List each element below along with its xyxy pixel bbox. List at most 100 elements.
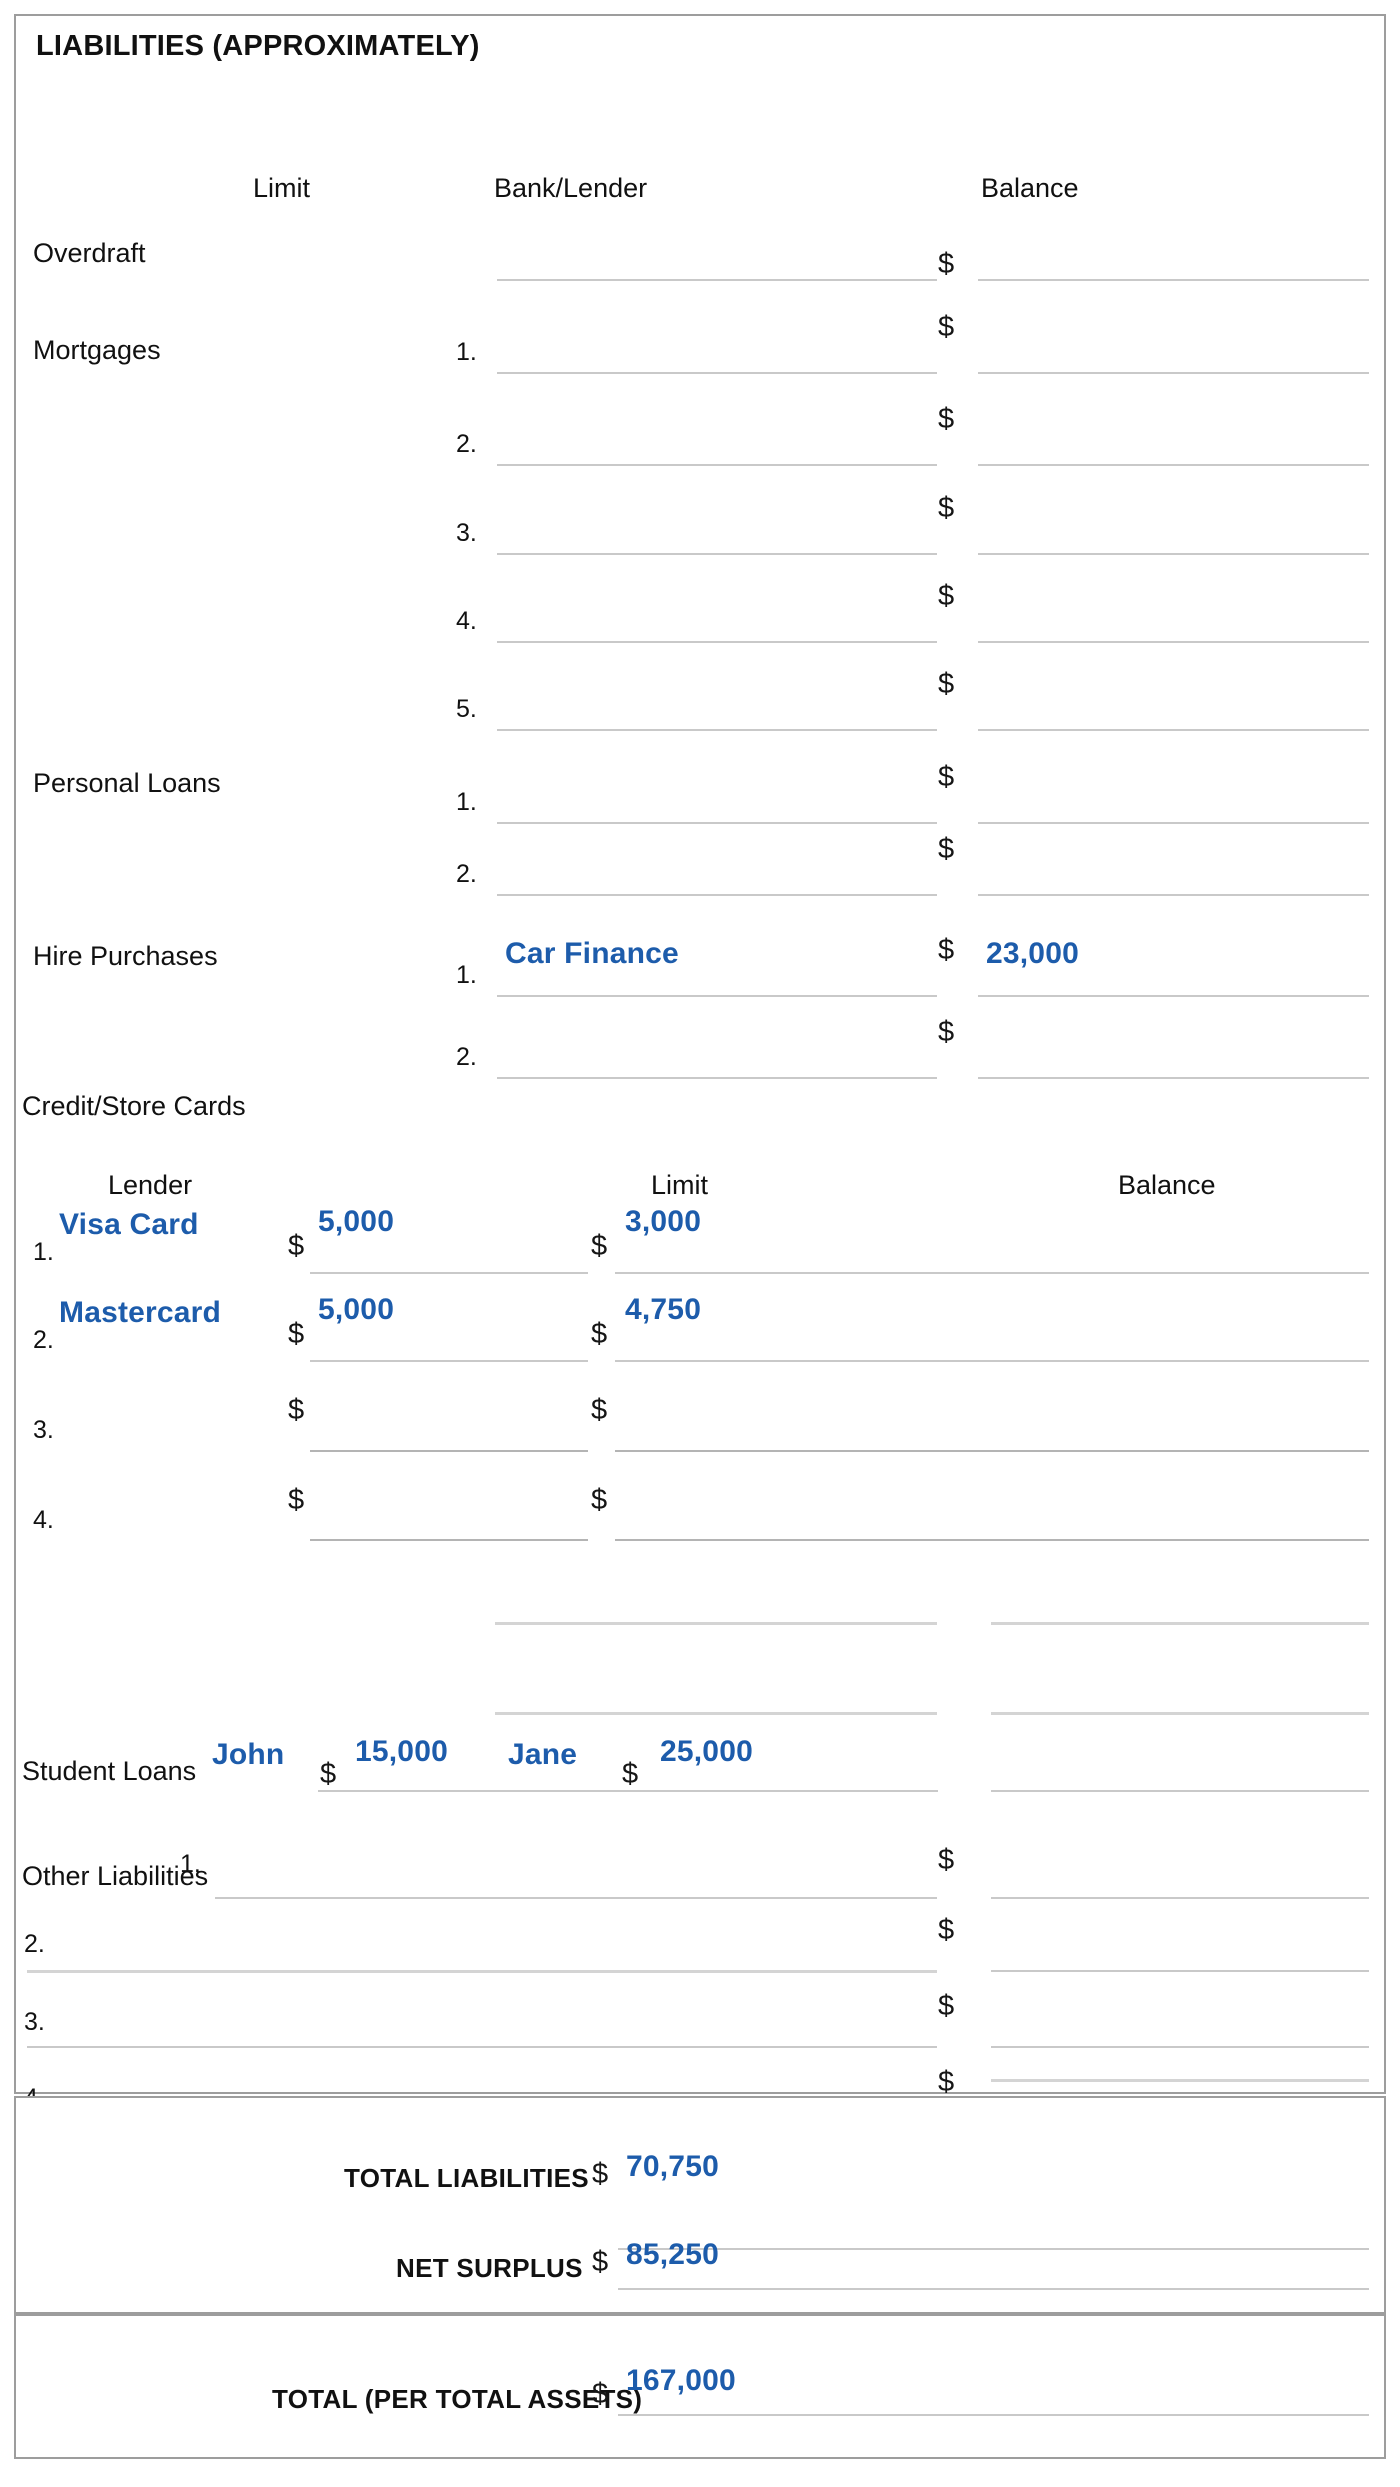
student-loan-person-two-name[interactable]: Jane — [508, 1740, 577, 1770]
dollar-sign-icon: $ — [938, 1016, 955, 1048]
dollar-sign-icon: $ — [938, 311, 955, 343]
row-label-mortgages: Mortgages — [33, 335, 161, 365]
other-liability-2-description-input[interactable] — [27, 1970, 937, 1973]
card-4-balance-input[interactable] — [615, 1539, 1369, 1541]
page-title: LIABILITIES (APPROXIMATELY) — [36, 30, 480, 62]
card-4-limit-input[interactable] — [310, 1539, 588, 1541]
row-number: 1. — [33, 1238, 54, 1266]
other-liability-4-balance-input[interactable] — [991, 2079, 1369, 2082]
card-2-limit-value[interactable]: 5,000 — [318, 1295, 394, 1325]
hire-purchase-2-balance-input[interactable] — [978, 1077, 1369, 1079]
card-3-limit-input[interactable] — [310, 1450, 588, 1452]
dollar-sign-icon: $ — [938, 1844, 955, 1876]
net-surplus-input[interactable] — [618, 2288, 1369, 2290]
card-2-balance-value[interactable]: 4,750 — [625, 1295, 701, 1325]
personal-loan-2-lender-input[interactable] — [497, 894, 937, 896]
hire-purchase-1-balance-value[interactable]: 23,000 — [986, 939, 1079, 969]
card-2-lender-value[interactable]: Mastercard — [59, 1298, 221, 1328]
dollar-sign-icon: $ — [938, 1914, 955, 1946]
card-6-limit-input[interactable] — [495, 1712, 937, 1715]
card-6-balance-input[interactable] — [991, 1712, 1369, 1715]
cards-column-header-limit: Limit — [651, 1170, 709, 1200]
mortgage-5-lender-input[interactable] — [497, 729, 937, 731]
overdraft-lender-input[interactable] — [497, 279, 937, 281]
dollar-sign-icon: $ — [591, 1394, 608, 1426]
grand-total-input[interactable] — [618, 2414, 1369, 2416]
card-3-balance-input[interactable] — [615, 1450, 1369, 1452]
student-loan-person-two-amount[interactable]: 25,000 — [660, 1737, 753, 1767]
totals-panel — [14, 2096, 1386, 2314]
dollar-sign-icon: $ — [592, 2158, 609, 2190]
grand-total-label: TOTAL (PER TOTAL ASSETS) — [272, 2384, 643, 2414]
row-number: 3. — [33, 1416, 54, 1444]
row-number: 2. — [456, 860, 477, 888]
dollar-sign-icon: $ — [320, 1758, 337, 1790]
student-loan-person-two-input[interactable] — [991, 1790, 1369, 1792]
card-2-limit-input[interactable] — [310, 1360, 588, 1362]
other-liability-3-description-input[interactable] — [27, 2046, 937, 2048]
personal-loan-2-balance-input[interactable] — [978, 894, 1369, 896]
dollar-sign-icon: $ — [938, 761, 955, 793]
dollar-sign-icon: $ — [622, 1758, 639, 1790]
dollar-sign-icon: $ — [591, 1484, 608, 1516]
card-5-limit-input[interactable] — [495, 1622, 937, 1625]
mortgage-3-balance-input[interactable] — [978, 553, 1369, 555]
dollar-sign-icon: $ — [938, 1990, 955, 2022]
mortgage-5-balance-input[interactable] — [978, 729, 1369, 731]
mortgage-1-balance-input[interactable] — [978, 372, 1369, 374]
card-1-limit-value[interactable]: 5,000 — [318, 1207, 394, 1237]
section-label-credit-store-cards: Credit/Store Cards — [22, 1091, 246, 1121]
mortgage-2-lender-input[interactable] — [497, 464, 937, 466]
other-liability-1-description-input[interactable] — [215, 1897, 937, 1899]
dollar-sign-icon: $ — [938, 580, 955, 612]
student-loan-person-one-input[interactable] — [318, 1790, 938, 1792]
dollar-sign-icon: $ — [288, 1394, 305, 1426]
mortgage-3-lender-input[interactable] — [497, 553, 937, 555]
card-1-lender-value[interactable]: Visa Card — [59, 1210, 199, 1240]
hire-purchase-2-lender-input[interactable] — [497, 1077, 937, 1079]
dollar-sign-icon: $ — [938, 403, 955, 435]
row-number: 2. — [456, 1043, 477, 1071]
row-number: 2. — [456, 430, 477, 458]
dollar-sign-icon: $ — [938, 2066, 955, 2098]
liabilities-form-page: LIABILITIES (APPROXIMATELY) Limit Bank/L… — [0, 0, 1400, 2487]
dollar-sign-icon: $ — [938, 934, 955, 966]
other-liability-2-balance-input[interactable] — [991, 1970, 1369, 1972]
row-label-personal-loans: Personal Loans — [33, 768, 221, 798]
row-number: 1. — [456, 338, 477, 366]
row-number: 2. — [33, 1326, 54, 1354]
mortgage-4-balance-input[interactable] — [978, 641, 1369, 643]
dollar-sign-icon: $ — [938, 833, 955, 865]
mortgage-2-balance-input[interactable] — [978, 464, 1369, 466]
personal-loan-1-lender-input[interactable] — [497, 822, 937, 824]
card-1-balance-value[interactable]: 3,000 — [625, 1207, 701, 1237]
row-number: 1. — [456, 961, 477, 989]
other-liability-1-balance-input[interactable] — [991, 1897, 1369, 1899]
liabilities-main-panel — [14, 14, 1386, 2094]
row-number: 4. — [33, 1506, 54, 1534]
student-loan-person-one-amount[interactable]: 15,000 — [355, 1737, 448, 1767]
column-header-limit: Limit — [253, 173, 311, 203]
hire-purchase-1-lender-input[interactable] — [497, 995, 937, 997]
dollar-sign-icon: $ — [591, 1230, 608, 1262]
net-surplus-value[interactable]: 85,250 — [626, 2240, 719, 2270]
row-label-overdraft: Overdraft — [33, 238, 146, 268]
hire-purchase-1-balance-input[interactable] — [978, 995, 1369, 997]
grand-total-value[interactable]: 167,000 — [626, 2366, 736, 2396]
mortgage-1-lender-input[interactable] — [497, 372, 937, 374]
card-2-balance-input[interactable] — [615, 1360, 1369, 1362]
card-1-limit-input[interactable] — [310, 1272, 588, 1274]
row-number: 4. — [456, 607, 477, 635]
card-1-balance-input[interactable] — [615, 1272, 1369, 1274]
card-5-balance-input[interactable] — [991, 1622, 1369, 1625]
row-number: 3. — [24, 2008, 45, 2036]
student-loan-person-one-name[interactable]: John — [212, 1740, 284, 1770]
cards-column-header-lender: Lender — [108, 1170, 193, 1200]
overdraft-balance-input[interactable] — [978, 279, 1369, 281]
personal-loan-1-balance-input[interactable] — [978, 822, 1369, 824]
row-number: 2. — [24, 1930, 45, 1958]
other-liability-3-balance-input[interactable] — [991, 2046, 1369, 2048]
mortgage-4-lender-input[interactable] — [497, 641, 937, 643]
total-liabilities-value[interactable]: 70,750 — [626, 2152, 719, 2182]
hire-purchase-1-lender-value[interactable]: Car Finance — [505, 939, 679, 969]
